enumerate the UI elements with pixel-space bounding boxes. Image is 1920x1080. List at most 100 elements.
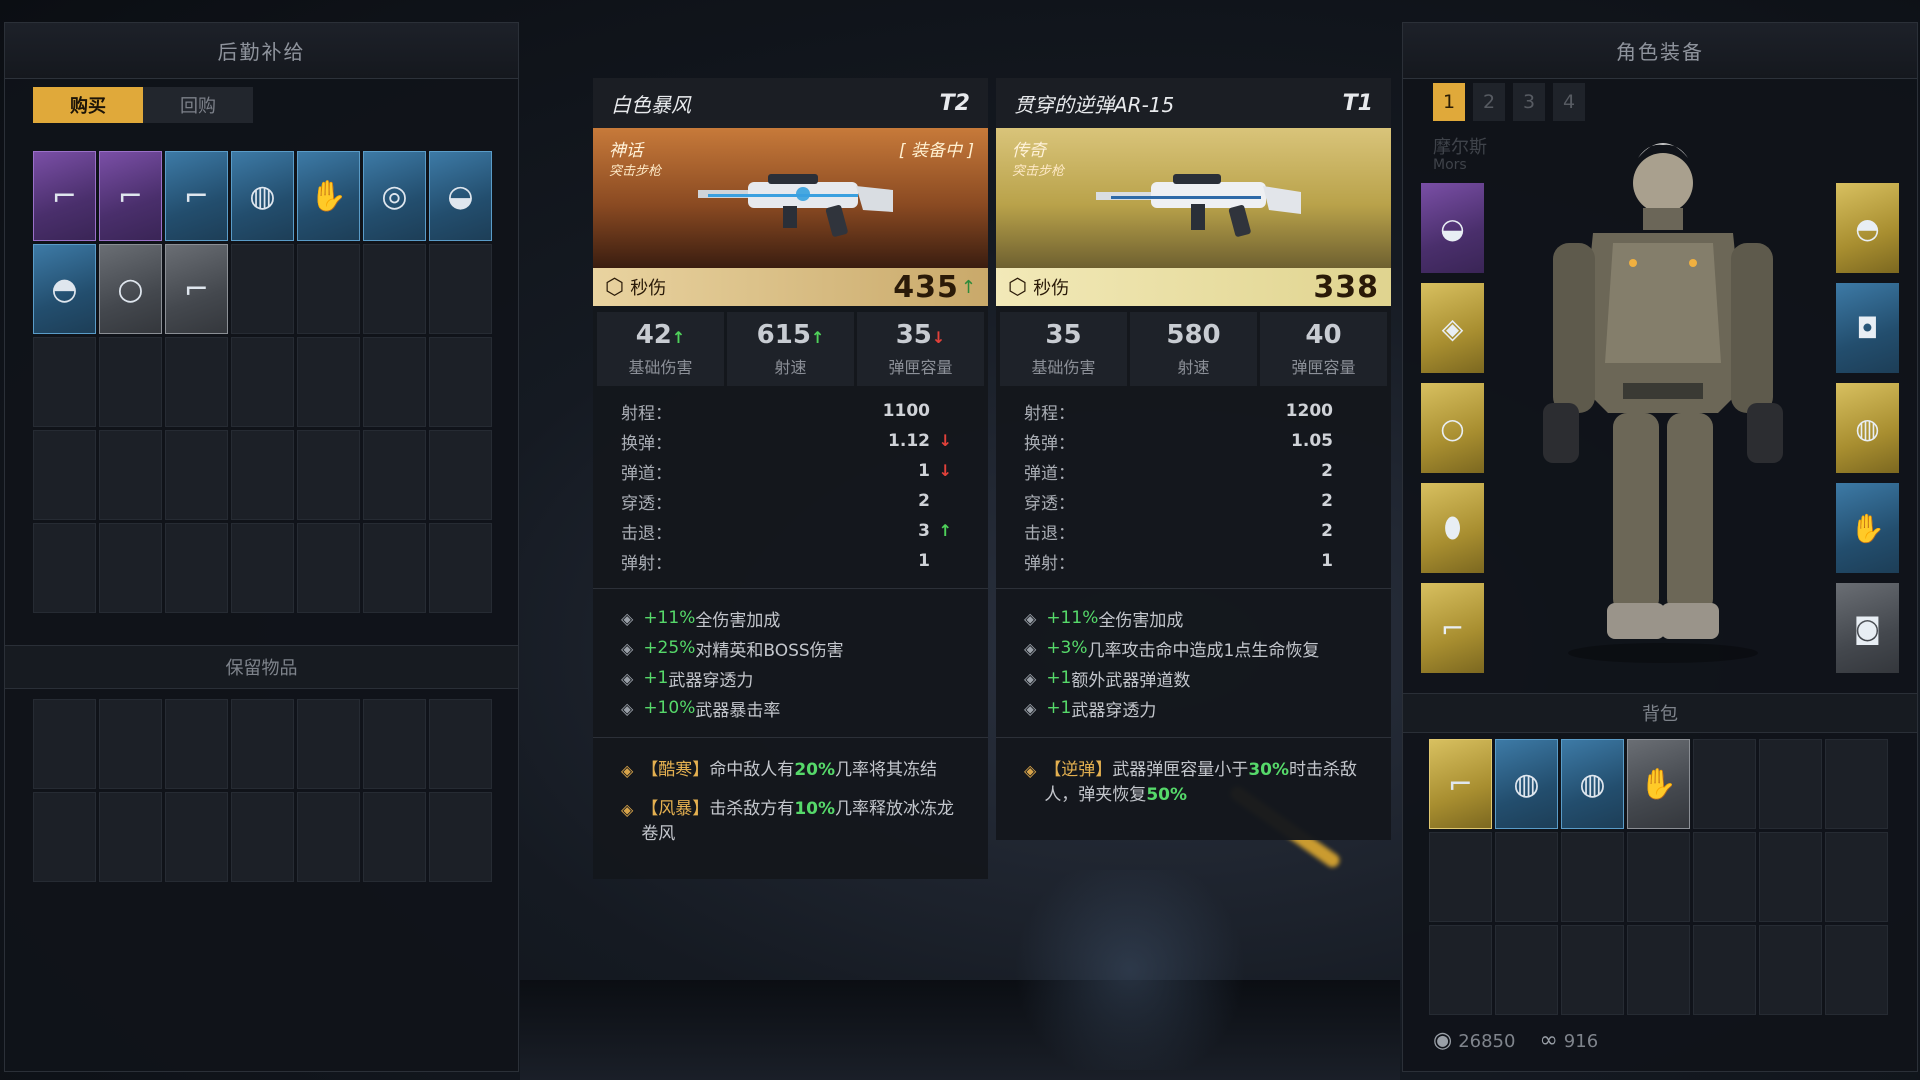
empty-slot[interactable] <box>1759 739 1822 829</box>
empty-slot[interactable] <box>1693 739 1756 829</box>
bonus-text: 全伤害加成 <box>695 610 781 631</box>
empty-slot[interactable] <box>1693 832 1756 922</box>
empty-slot[interactable] <box>1561 925 1624 1015</box>
inventory-slot[interactable]: ⌐ <box>33 151 96 241</box>
character-tab-2[interactable]: 2 <box>1473 83 1505 121</box>
empty-slot[interactable] <box>99 430 162 520</box>
inventory-slot[interactable]: ⌐ <box>1429 739 1492 829</box>
empty-slot[interactable] <box>363 337 426 427</box>
inventory-slot[interactable]: ◒ <box>429 151 492 241</box>
empty-slot[interactable] <box>1429 925 1492 1015</box>
empty-slot[interactable] <box>165 699 228 789</box>
equipment-slot[interactable]: ◍ <box>1836 383 1899 473</box>
empty-slot[interactable] <box>1429 832 1492 922</box>
empty-slot[interactable] <box>33 699 96 789</box>
belt-icon: ◍ <box>1513 766 1540 802</box>
empty-slot[interactable] <box>429 244 492 334</box>
empty-slot[interactable] <box>99 792 162 882</box>
equipment-slot[interactable]: ○ <box>1421 383 1484 473</box>
empty-slot[interactable] <box>429 337 492 427</box>
empty-slot[interactable] <box>165 430 228 520</box>
empty-slot[interactable] <box>1759 832 1822 922</box>
inventory-slot[interactable]: ◍ <box>1561 739 1624 829</box>
empty-slot[interactable] <box>429 523 492 613</box>
empty-slot[interactable] <box>99 523 162 613</box>
property-label: 击退： <box>621 523 672 544</box>
skill-list: ◈ 【逆弹】武器弹匣容量小于30%时击杀敌人，弹夹恢复50% <box>996 744 1391 840</box>
empty-slot[interactable] <box>1693 925 1756 1015</box>
inventory-slot[interactable]: ◎ <box>363 151 426 241</box>
empty-slot[interactable] <box>363 699 426 789</box>
empty-slot[interactable] <box>297 430 360 520</box>
empty-slot[interactable] <box>165 337 228 427</box>
empty-slot[interactable] <box>33 430 96 520</box>
property-label: 弹射： <box>621 553 672 574</box>
equipment-slot[interactable]: ⬮ <box>1421 483 1484 573</box>
inventory-slot[interactable]: ⌐ <box>165 151 228 241</box>
inventory-slot[interactable]: ✋ <box>1627 739 1690 829</box>
empty-slot[interactable] <box>1561 832 1624 922</box>
empty-slot[interactable] <box>297 337 360 427</box>
tab-buy[interactable]: 购买 <box>33 87 143 123</box>
empty-slot[interactable] <box>297 523 360 613</box>
empty-slot[interactable] <box>1759 925 1822 1015</box>
empty-slot[interactable] <box>231 430 294 520</box>
inventory-slot[interactable]: ○ <box>99 244 162 334</box>
empty-slot[interactable] <box>363 792 426 882</box>
inventory-slot[interactable]: ✋ <box>297 151 360 241</box>
empty-slot[interactable] <box>297 699 360 789</box>
empty-slot[interactable] <box>429 430 492 520</box>
empty-slot[interactable] <box>33 523 96 613</box>
empty-slot[interactable] <box>1825 925 1888 1015</box>
empty-slot[interactable] <box>231 337 294 427</box>
empty-slot[interactable] <box>1627 832 1690 922</box>
equipment-slot[interactable]: ◓ <box>1836 183 1899 273</box>
empty-slot[interactable] <box>1825 739 1888 829</box>
property-label: 弹道： <box>1024 463 1075 484</box>
property-number: 1 <box>918 551 930 571</box>
empty-slot[interactable] <box>297 244 360 334</box>
empty-slot[interactable] <box>1495 832 1558 922</box>
empty-slot[interactable] <box>1825 832 1888 922</box>
equipment-slot[interactable]: ◈ <box>1421 283 1484 373</box>
empty-slot[interactable] <box>231 699 294 789</box>
empty-slot[interactable] <box>429 699 492 789</box>
empty-slot[interactable] <box>429 792 492 882</box>
empty-slot[interactable] <box>1627 925 1690 1015</box>
equipment-slot[interactable]: ◒ <box>1421 183 1484 273</box>
inventory-slot[interactable]: ◍ <box>231 151 294 241</box>
empty-slot[interactable] <box>1495 925 1558 1015</box>
inventory-slot[interactable]: ⌐ <box>165 244 228 334</box>
reserve-grid <box>33 699 492 882</box>
tab-buyback[interactable]: 回购 <box>143 87 253 123</box>
equipment-slot[interactable]: ◘ <box>1836 283 1899 373</box>
empty-slot[interactable] <box>99 699 162 789</box>
inventory-slot[interactable]: ⌐ <box>99 151 162 241</box>
empty-slot[interactable] <box>165 792 228 882</box>
inventory-slot[interactable]: ◓ <box>33 244 96 334</box>
property-number: 2 <box>1321 491 1333 511</box>
skill-name: 【逆弹】 <box>1044 760 1113 780</box>
character-tab-1[interactable]: 1 <box>1433 83 1465 121</box>
empty-slot[interactable] <box>165 523 228 613</box>
empty-slot[interactable] <box>33 337 96 427</box>
empty-slot[interactable] <box>363 244 426 334</box>
equipment-slot[interactable]: ✋ <box>1836 483 1899 573</box>
bonus-row: ◈ +1 额外武器弹道数 <box>1024 663 1363 693</box>
empty-slot[interactable] <box>297 792 360 882</box>
property-number: 1.05 <box>1291 431 1333 451</box>
empty-slot[interactable] <box>99 337 162 427</box>
empty-slot[interactable] <box>231 792 294 882</box>
equipment-slot[interactable]: ◙ <box>1836 583 1899 673</box>
weapon-card-compare[interactable]: 贯穿的逆弹AR-15 T1 传奇 突击步枪 ⬡ 秒伤 338 35 基础伤害 580… <box>996 78 1391 840</box>
empty-slot[interactable] <box>33 792 96 882</box>
equipment-slot[interactable]: ⌐ <box>1421 583 1484 673</box>
stat-label: 弹匣容量 <box>1291 358 1356 377</box>
weapon-rarity: 传奇 <box>1012 141 1046 161</box>
empty-slot[interactable] <box>231 244 294 334</box>
diamond-icon: ◈ <box>1024 698 1037 718</box>
empty-slot[interactable] <box>231 523 294 613</box>
empty-slot[interactable] <box>363 523 426 613</box>
empty-slot[interactable] <box>363 430 426 520</box>
inventory-slot[interactable]: ◍ <box>1495 739 1558 829</box>
